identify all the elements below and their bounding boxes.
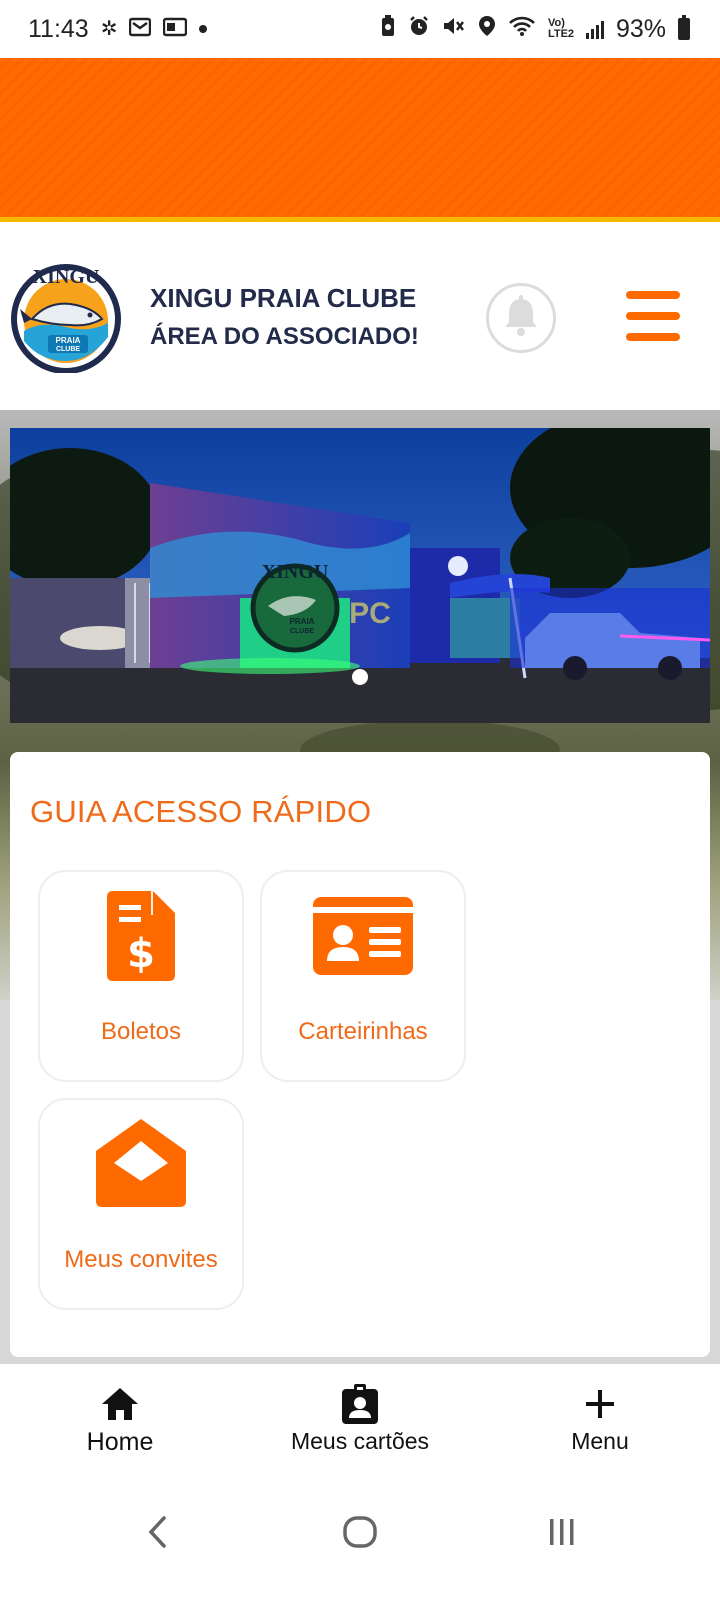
home-icon [100,1384,140,1424]
club-logo[interactable]: PRAIA CLUBE XINGU [10,261,122,374]
club-subtitle: ÁREA DO ASSOCIADO! [150,323,419,350]
notifications-button[interactable] [486,283,556,353]
network-label: Vo) LTE2 [547,17,575,40]
club-photo-carousel[interactable]: XINGU PRAIA CLUBE PC [10,428,710,723]
quick-access-card: GUIA ACESSO RÁPIDO $ Boletos Carteirinha… [10,752,710,1357]
nav-meus-cartoes-label: Meus cartões [290,1428,430,1454]
sign-letters: PC [349,597,391,630]
status-time: 11:43 [28,14,89,43]
back-icon[interactable] [128,1502,188,1562]
hamburger-menu-button[interactable] [626,291,680,341]
outlook-icon [163,15,188,44]
carteirinhas-label: Carteirinhas [298,1018,428,1045]
club-title: XINGU PRAIA CLUBE [150,283,417,313]
carteirinhas-tile[interactable]: Carteirinhas [260,870,466,1082]
carousel-indicator-dot[interactable] [352,669,368,685]
gmail-icon [129,15,152,44]
mute-icon [442,15,466,44]
notification-dot-icon [199,25,208,33]
battery-icon [678,15,690,40]
bottom-navigation: Home Meus cartões Menu [0,1364,720,1474]
nav-home[interactable]: Home [20,1384,220,1457]
quick-access-title: GUIA ACESSO RÁPIDO [30,794,372,829]
status-right: Vo) LTE2 93% [380,14,690,44]
signal-icon [585,19,604,39]
logo-badge-text-2: CLUBE [56,346,80,353]
nav-meus-cartoes[interactable]: Meus cartões [260,1384,460,1455]
svg-text:$: $ [127,931,155,977]
alarm-icon [408,15,430,44]
bell-icon [501,294,541,342]
system-navigation-bar [0,1474,720,1600]
logo-top-text: XINGU [33,266,100,288]
logo-badge-text-1: PRAIA [56,336,81,345]
plus-icon [584,1384,616,1424]
status-left: 11:43 ✲ [28,14,208,44]
nav-menu-label: Menu [571,1428,629,1454]
status-bar: 11:43 ✲ Vo) LTE2 93% [0,0,720,58]
recent-apps-icon[interactable] [532,1502,592,1562]
hamburger-line [626,312,680,320]
nav-home-label: Home [86,1428,154,1456]
hamburger-line [626,333,680,341]
boletos-tile[interactable]: $ Boletos [38,870,244,1082]
invoice-dollar-icon: $ [107,886,175,986]
top-banner [0,58,720,222]
sign-badge-2: CLUBE [290,628,314,635]
meus-convites-tile[interactable]: Meus convites [38,1098,244,1310]
nav-menu[interactable]: Menu [500,1384,700,1455]
id-card-icon [313,886,413,986]
pinwheel-icon: ✲ [100,18,118,40]
sign-text: XINGU [262,561,329,583]
battery-level: 93% [615,14,666,43]
hamburger-line [626,291,680,299]
meus-convites-label: Meus convites [64,1246,218,1273]
wifi-icon [508,15,536,44]
envelope-open-icon [96,1114,186,1214]
boletos-label: Boletos [100,1018,182,1045]
app-header: PRAIA CLUBE XINGU XINGU PRAIA CLUBE ÁREA… [0,227,720,410]
battery-saver-icon [380,14,396,44]
home-circle-icon[interactable] [330,1502,390,1562]
location-icon [478,15,496,44]
sign-badge-1: PRAIA [290,617,315,626]
contact-card-icon [342,1384,378,1424]
